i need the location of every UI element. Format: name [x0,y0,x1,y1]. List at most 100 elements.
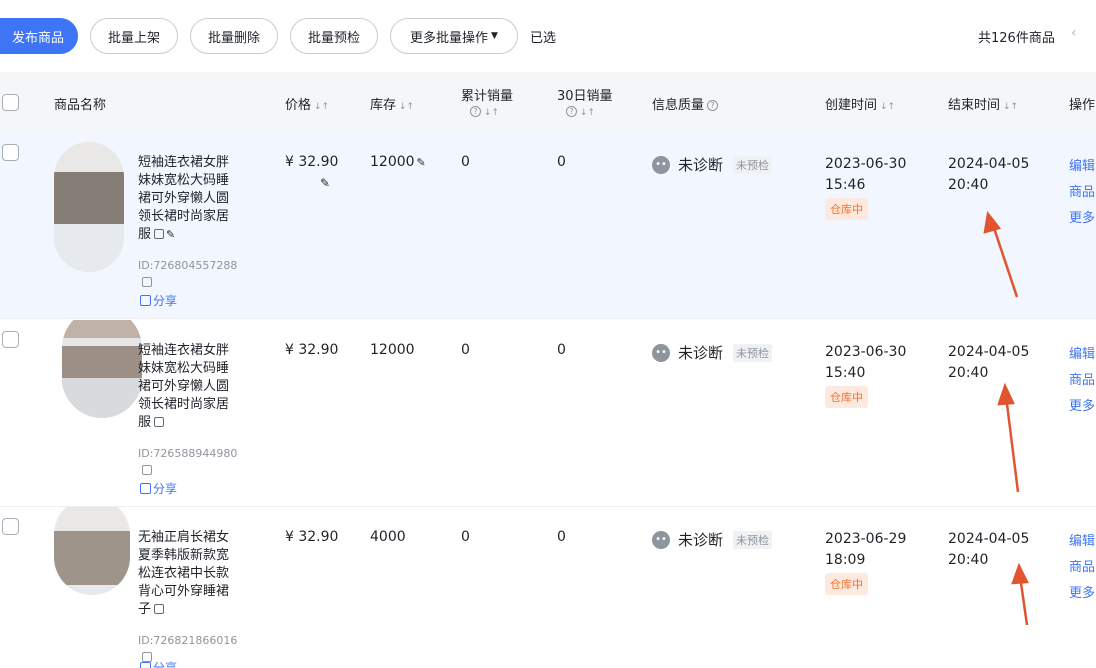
help-icon[interactable]: ? [707,100,719,111]
created-time-cell: 2023-06-30 15:46 [825,154,906,196]
edit-link[interactable]: 编辑 [1069,154,1095,180]
price-cell: ¥ 32.90 [285,154,339,170]
help-icon[interactable]: ? [566,106,577,117]
created-date: 2023-06-29 [825,531,907,547]
sort-icon[interactable]: ↓↑ [1003,102,1018,112]
header-ops-label: 操作 [1069,98,1096,113]
product-thumbnail[interactable] [62,320,142,418]
pencil-icon[interactable]: ✎ [166,226,175,244]
row-actions: 编辑 商品 更多 [1069,529,1095,607]
share-label: 分享 [153,294,178,308]
sort-icon[interactable]: ↓↑ [484,108,499,118]
edit-link[interactable]: 编辑 [1069,342,1095,368]
total-products-label: 共126件商品 [978,31,1055,46]
product-link[interactable]: 商品 [1069,180,1095,206]
copy-icon[interactable] [142,277,152,287]
product-id: ID:726588944980 [138,447,238,460]
sort-icon[interactable]: ↓↑ [314,102,329,112]
chevron-down-icon: ▼ [491,31,498,41]
header-price-label: 价格 [285,98,312,113]
header-name-label: 商品名称 [54,98,107,113]
price-cell: ¥ 32.90 [285,529,339,545]
created-time: 15:46 [825,177,866,193]
row-checkbox[interactable] [2,518,19,535]
more-link[interactable]: 更多 [1069,581,1095,607]
more-batch-actions-dropdown[interactable]: 更多批量操作 ▼ [390,18,518,54]
end-time-cell: 2024-04-05 20:40 [948,529,1029,571]
header-stock[interactable]: 库存 ↓↑ [370,94,414,113]
row-actions: 编辑 商品 更多 [1069,342,1095,420]
precheck-badge: 未预检 [733,155,773,174]
header-sales-30d[interactable]: 30日销量? ↓↑ [557,85,613,118]
info-quality-cell: •• 未诊断 未预检 [652,529,773,550]
end-time: 20:40 [948,552,989,568]
batch-precheck-label: 批量预检 [307,30,360,46]
header-created[interactable]: 创建时间 ↓↑ [825,94,895,113]
pencil-icon[interactable]: ✎ [417,156,426,169]
header-price[interactable]: 价格 ↓↑ [285,94,329,113]
header-info-quality-label: 信息质量 [652,98,705,113]
stock-value: 12000 [370,154,415,170]
diagnosis-status: 未诊断 [678,531,724,549]
status-badge: 仓库中 [825,573,868,595]
header-ended[interactable]: 结束时间 ↓↑ [948,94,1018,113]
diagnosis-status: 未诊断 [678,156,724,174]
product-name[interactable]: 短袖连衣裙女胖妹妹宽松大码睡裙可外穿懒人圆领长裙时尚家居服 [138,342,240,432]
selected-count-label: 已选 [530,31,557,46]
end-date: 2024-04-05 [948,531,1030,547]
share-link[interactable]: 分享 [140,292,177,309]
copy-icon[interactable] [154,229,165,239]
product-id: ID:726821866016 [138,634,238,647]
product-link[interactable]: 商品 [1069,555,1095,581]
sort-icon[interactable]: ↓↑ [880,102,895,112]
header-ended-label: 结束时间 [948,98,1001,113]
table-row: 无袖正肩长裙女夏季韩版新款宽松连衣裙中长款背心可外穿睡裙子 ID:7268218… [0,507,1096,668]
batch-delete-button[interactable]: 批量删除 [190,18,278,54]
sort-icon[interactable]: ↓↑ [399,102,414,112]
created-time-cell: 2023-06-29 18:09 [825,529,906,571]
batch-precheck-button[interactable]: 批量预检 [290,18,378,54]
diagnosis-status: 未诊断 [678,344,724,362]
sort-icon[interactable]: ↓↑ [580,108,595,118]
more-batch-label: 更多批量操作 [410,30,489,46]
share-link[interactable]: 分享 [140,480,177,497]
share-label: 分享 [153,482,178,496]
end-time: 20:40 [948,365,989,381]
product-name-text: 短袖连衣裙女胖妹妹宽松大码睡裙可外穿懒人圆领长裙时尚家居服 [138,155,230,242]
more-link[interactable]: 更多 [1069,206,1095,232]
row-checkbox[interactable] [2,144,19,161]
pencil-icon[interactable]: ✎ [320,176,330,190]
edit-link[interactable]: 编辑 [1069,529,1095,555]
publish-product-button[interactable]: 发布商品 [0,18,78,54]
sales-30d-cell: 0 [557,154,566,170]
copy-icon[interactable] [154,604,165,614]
header-total-sales-label: 累计销量 [461,89,514,104]
created-time: 18:09 [825,552,866,568]
total-sales-cell: 0 [461,154,470,170]
select-all-checkbox[interactable] [2,94,19,111]
status-badge: 仓库中 [825,198,868,220]
chevron-left-icon[interactable]: ‹ [1071,25,1077,41]
copy-icon[interactable] [154,417,165,427]
table-row: 短袖连衣裙女胖妹妹宽松大码睡裙可外穿懒人圆领长裙时尚家居服 ✎ ID:726804… [0,132,1096,319]
product-name[interactable]: 无袖正肩长裙女夏季韩版新款宽松连衣裙中长款背心可外穿睡裙子 [138,529,240,619]
batch-list-button[interactable]: 批量上架 [90,18,178,54]
share-link[interactable]: 分享 [140,659,177,668]
help-icon[interactable]: ? [470,106,481,117]
sales-30d-cell: 0 [557,529,566,545]
header-total-sales[interactable]: 累计销量? ↓↑ [461,85,513,118]
product-thumbnail[interactable] [54,142,124,272]
batch-list-label: 批量上架 [107,30,160,46]
product-thumbnail[interactable] [54,507,130,595]
product-name[interactable]: 短袖连衣裙女胖妹妹宽松大码睡裙可外穿懒人圆领长裙时尚家居服 ✎ [138,154,240,244]
created-time: 15:40 [825,365,866,381]
precheck-badge: 未预检 [733,343,773,362]
copy-icon[interactable] [142,465,152,475]
share-icon [140,662,151,668]
row-checkbox[interactable] [2,331,19,348]
more-link[interactable]: 更多 [1069,394,1095,420]
sales-30d-cell: 0 [557,342,566,358]
product-link[interactable]: 商品 [1069,368,1095,394]
product-id: ID:726804557288 [138,259,238,272]
table-header: 商品名称 价格 ↓↑ 库存 ↓↑ 累计销量? ↓↑ 30日销量? ↓↑ 信息质量? 创建… [0,72,1096,132]
